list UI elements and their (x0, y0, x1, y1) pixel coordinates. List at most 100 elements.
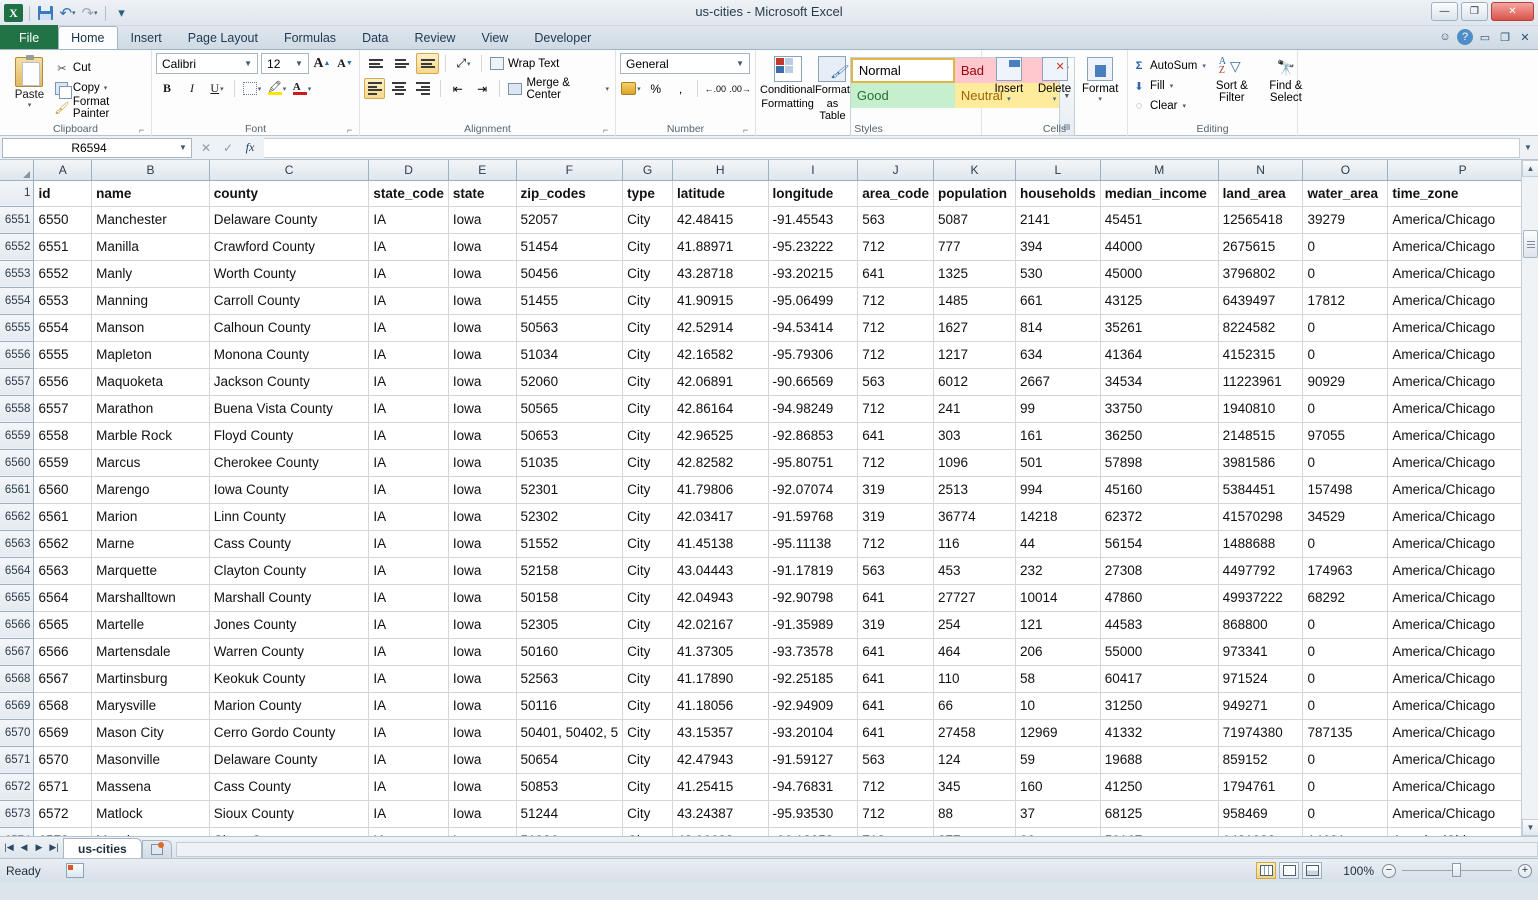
cell[interactable]: 51035 (516, 449, 623, 476)
cell[interactable]: 174963 (1303, 557, 1388, 584)
cell[interactable]: 42.86164 (672, 395, 768, 422)
minimize-ribbon-icon[interactable]: ▭ (1477, 29, 1493, 45)
cell-header-population[interactable]: population (934, 180, 1016, 206)
cell[interactable]: America/Chicago (1388, 800, 1538, 827)
cell[interactable]: 6012 (934, 368, 1016, 395)
cell[interactable]: 6553 (34, 287, 92, 314)
cell[interactable]: America/Chicago (1388, 449, 1538, 476)
first-sheet-button[interactable]: |◀ (3, 842, 15, 853)
minimize-button[interactable]: — (1431, 2, 1458, 21)
cell[interactable]: 2513 (934, 476, 1016, 503)
cell-header-median-income[interactable]: median_income (1100, 180, 1218, 206)
cell[interactable]: America/Chicago (1388, 557, 1538, 584)
cell[interactable]: 2148515 (1218, 422, 1303, 449)
cell[interactable]: 634 (1015, 341, 1100, 368)
font-size-combo[interactable]: 12 ▼ (261, 53, 309, 74)
cell[interactable]: Iowa (448, 746, 516, 773)
number-dialog-launcher[interactable]: ⌐ (743, 125, 752, 134)
cell[interactable]: 34529 (1303, 503, 1388, 530)
row-header[interactable]: 6569 (0, 692, 34, 719)
cell[interactable]: City (623, 233, 673, 260)
row-header[interactable]: 6568 (0, 665, 34, 692)
formula-input[interactable] (264, 138, 1520, 158)
cell[interactable]: 0 (1303, 260, 1388, 287)
cell[interactable]: -95.11138 (768, 530, 858, 557)
cell[interactable]: Iowa (448, 233, 516, 260)
cancel-entry-button[interactable]: ✕ (196, 139, 216, 157)
cell[interactable]: Iowa (448, 530, 516, 557)
cell[interactable]: 641 (858, 260, 934, 287)
cell[interactable]: IA (369, 287, 449, 314)
cell[interactable]: 973341 (1218, 638, 1303, 665)
cell[interactable]: 859152 (1218, 746, 1303, 773)
cell[interactable]: 641 (858, 584, 934, 611)
cell[interactable]: City (623, 314, 673, 341)
cell[interactable]: City (623, 719, 673, 746)
cell[interactable]: America/Chicago (1388, 368, 1538, 395)
cell[interactable]: 5384451 (1218, 476, 1303, 503)
style-normal[interactable]: Normal (851, 58, 955, 83)
cell[interactable]: Marathon (92, 395, 210, 422)
cell[interactable]: 661 (1015, 287, 1100, 314)
smiley-feedback-icon[interactable]: ☺ (1437, 29, 1453, 45)
cell[interactable]: 160 (1015, 773, 1100, 800)
cell[interactable]: 345 (934, 773, 1016, 800)
vertical-scroll-thumb[interactable] (1523, 230, 1538, 258)
cut-button[interactable]: ✂ Cut (55, 58, 147, 78)
cell[interactable]: 90929 (1303, 368, 1388, 395)
cell[interactable]: Iowa (448, 719, 516, 746)
cell[interactable]: Marengo (92, 476, 210, 503)
row-header[interactable]: 6560 (0, 449, 34, 476)
prev-sheet-button[interactable]: ◀ (18, 842, 30, 853)
wrap-text-button[interactable]: Wrap Text (488, 53, 561, 74)
column-header-J[interactable]: J (858, 160, 934, 180)
cell[interactable]: 57898 (1100, 449, 1218, 476)
cell[interactable]: 3796802 (1218, 260, 1303, 287)
cell[interactable]: 303 (934, 422, 1016, 449)
cell-header-longitude[interactable]: longitude (768, 180, 858, 206)
cell[interactable]: IA (369, 638, 449, 665)
percent-style-button[interactable]: % (645, 78, 667, 99)
cell[interactable]: -91.59127 (768, 746, 858, 773)
cell[interactable]: Marshall County (209, 584, 369, 611)
cell[interactable]: 6561 (34, 503, 92, 530)
cell[interactable]: Iowa (448, 341, 516, 368)
row-header[interactable]: 6564 (0, 557, 34, 584)
column-header-C[interactable]: C (209, 160, 369, 180)
cell-header-type[interactable]: type (623, 180, 673, 206)
cell[interactable]: Iowa (448, 368, 516, 395)
tab-page-layout[interactable]: Page Layout (175, 26, 271, 49)
cell[interactable]: Jones County (209, 611, 369, 638)
row-header[interactable]: 6562 (0, 503, 34, 530)
cell[interactable]: 42.06891 (672, 368, 768, 395)
cell[interactable]: 453 (934, 557, 1016, 584)
cell[interactable]: Masonville (92, 746, 210, 773)
cell[interactable]: America/Chicago (1388, 476, 1538, 503)
cell[interactable]: 52301 (516, 476, 623, 503)
cell[interactable]: Iowa (448, 422, 516, 449)
cell[interactable]: 41.88971 (672, 233, 768, 260)
cell[interactable]: IA (369, 773, 449, 800)
cell[interactable]: 68125 (1100, 800, 1218, 827)
cell[interactable]: 50160 (516, 638, 623, 665)
cell[interactable]: -90.66569 (768, 368, 858, 395)
cell[interactable]: Iowa (448, 584, 516, 611)
expand-formula-bar-button[interactable]: ▼ (1520, 138, 1536, 158)
cell[interactable]: 6554 (34, 314, 92, 341)
style-good[interactable]: Good (851, 83, 955, 108)
cell[interactable]: IA (369, 314, 449, 341)
cell[interactable]: Iowa (448, 314, 516, 341)
cell[interactable]: -91.45543 (768, 206, 858, 233)
accounting-format-button[interactable]: ▾ (620, 78, 642, 99)
cell[interactable]: 52057 (516, 206, 623, 233)
cell[interactable]: 0 (1303, 611, 1388, 638)
row-header[interactable]: 6567 (0, 638, 34, 665)
cell[interactable]: 0 (1303, 638, 1388, 665)
cell[interactable]: City (623, 557, 673, 584)
cell[interactable]: 14218 (1015, 503, 1100, 530)
zoom-slider[interactable]: − + (1382, 864, 1532, 878)
cell[interactable]: IA (369, 341, 449, 368)
cell[interactable]: 232 (1015, 557, 1100, 584)
last-sheet-button[interactable]: ▶| (48, 842, 60, 853)
cell[interactable]: 51036 (516, 827, 623, 836)
